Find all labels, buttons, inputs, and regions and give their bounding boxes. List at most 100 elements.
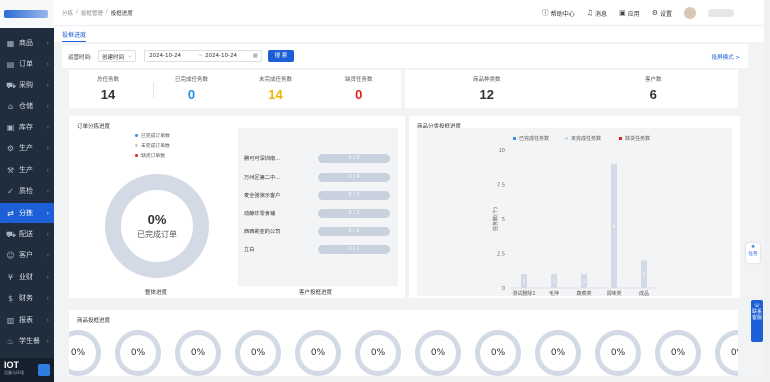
- report-icon: ▥: [6, 315, 15, 325]
- help-center-button[interactable]: ⓘ 帮助中心: [542, 8, 575, 18]
- order-donut: 0% 已完成订单: [105, 174, 209, 278]
- chevron-right-icon: ›: [46, 273, 49, 281]
- projection-mode-link[interactable]: 投屏模式 >: [712, 53, 740, 61]
- sidebar-item-13[interactable]: ▥ 报表 ›: [0, 310, 54, 330]
- sidebar-item-label: 采购: [19, 81, 33, 89]
- horizontal-scrollbar[interactable]: [54, 376, 764, 382]
- sidebar-item-label: 仓储: [19, 102, 33, 110]
- bar-value-label: 2: [643, 272, 646, 278]
- apps-icon: ▣: [619, 9, 626, 17]
- legend-item[interactable]: 已完成订单数: [135, 130, 170, 140]
- breadcrumb-separator: /: [76, 9, 78, 15]
- meal-icon: ♨: [6, 336, 15, 346]
- x-tick-label: 成品: [639, 290, 649, 296]
- sidebar-item-14[interactable]: ♨ 学生餐 ›: [0, 331, 54, 351]
- stat-title: 未完成任务数: [259, 77, 293, 83]
- y-tick-label: 0: [502, 286, 505, 292]
- sidebar-item-2[interactable]: ⛟ 采购 ›: [0, 75, 54, 95]
- delivery-icon: ⛟: [6, 229, 17, 239]
- goods-progress-percent: 0%: [250, 348, 266, 358]
- time-type-select[interactable]: 创建时间 ⌄: [98, 50, 136, 62]
- sidebar-item-0[interactable]: ▦ 商品 ›: [0, 33, 54, 53]
- stock-icon: ▣: [6, 122, 15, 132]
- date-start: 2024-10-24: [149, 53, 181, 59]
- stat-shortage-tasks: 缺货任务数 0: [345, 75, 373, 102]
- stat-goods-types: 商品种类数 12: [473, 75, 501, 102]
- sidebar-item-4[interactable]: ▣ 库存 ›: [0, 117, 54, 137]
- goods-progress-percent: 0%: [310, 348, 326, 358]
- iot-entry[interactable]: IOT 设备与环境: [0, 358, 54, 382]
- sidebar-item-3[interactable]: ⌂ 仓储 ›: [0, 96, 54, 116]
- tab-sorting-progress[interactable]: 投框进度: [62, 30, 87, 42]
- legend-swatch: [619, 137, 622, 140]
- sidebar-item-1[interactable]: ▤ 订单 ›: [0, 54, 54, 74]
- goods-progress-circle: 0%: [595, 330, 641, 376]
- goods-progress-percent: 0%: [730, 348, 738, 358]
- settings-button[interactable]: ⚙ 设置: [652, 9, 672, 18]
- goods-progress-panel: 商品投框进度 0% 0% 0% 0% 0% 0% 0% 0% 0% 0% 0% 0%: [69, 310, 738, 382]
- sidebar-item-11[interactable]: ¥ 业财 ›: [0, 267, 54, 287]
- breadcrumb-item[interactable]: 分拣: [62, 9, 73, 17]
- messages-label: 消息: [595, 10, 608, 18]
- category-progress-panel: 商品分类投框进度 已完成任务数 未完成任务数 缺货任务数 任务数(个) 0 2.5 5 7.5…: [409, 116, 740, 298]
- task-float-button[interactable]: ❖ 任务: [746, 243, 760, 263]
- sidebar-item-6[interactable]: ⚒ 生产 ›: [0, 160, 54, 180]
- settings-label: 设置: [659, 10, 672, 18]
- x-tick-label: 调味类: [606, 290, 621, 296]
- production-icon: ⚒: [6, 165, 15, 175]
- legend-item[interactable]: 缺货订单数: [135, 150, 170, 160]
- chevron-right-icon: ›: [46, 187, 49, 195]
- y-axis-label: 任务数(个): [492, 207, 499, 231]
- stat-value: 14: [100, 87, 116, 102]
- sidebar-item-label: 客户: [19, 251, 33, 259]
- vertical-scrollbar[interactable]: [764, 0, 770, 382]
- customer-progress-list: 腾可可深圳南... 0 / 3 万州区第二中... 0 / 4 麦全驰演示客户 0 / 3…: [238, 128, 398, 286]
- customer-progress-bar: 0 / 4: [318, 173, 390, 182]
- legend-item[interactable]: 未完成订单数: [135, 140, 170, 150]
- date-range-picker[interactable]: 2024-10-24 ~ 2024-10-24 ▦: [144, 50, 262, 62]
- chevron-right-icon: ›: [46, 123, 49, 131]
- sidebar-item-12[interactable]: $ 财务 ›: [0, 288, 54, 308]
- avatar[interactable]: [684, 7, 696, 19]
- sidebar-item-9[interactable]: ⛟ 配送 ›: [0, 224, 54, 244]
- sidebar-item-10[interactable]: ☺ 客户 ›: [0, 245, 54, 265]
- chevron-right-icon: ›: [46, 251, 49, 259]
- y-tick-label: 10: [499, 148, 505, 154]
- stat-title: 总任务数: [97, 77, 120, 83]
- chevron-right-icon: ›: [46, 294, 49, 302]
- customer-name: 动鲸炊零食铺: [244, 211, 276, 217]
- gear-icon: ⚙: [651, 9, 658, 17]
- order-progress-panel: 订单分拣进度 已完成订单数 未完成订单数 缺货订单数 0% 已完成订单 整体进度…: [69, 116, 405, 298]
- sidebar-item-label: 质检: [19, 187, 33, 195]
- help-icon: ⓘ: [541, 9, 549, 17]
- breadcrumb-current: 投框进度: [110, 11, 133, 17]
- stat-title: 已完成任务数: [175, 77, 209, 83]
- calendar-icon: ▦: [252, 53, 258, 59]
- logo: [0, 0, 54, 28]
- bar-value-label: 9: [613, 224, 616, 230]
- goods-progress-percent: 0%: [430, 348, 446, 358]
- sidebar-item-8[interactable]: ⇄ 分拣 ›: [0, 203, 54, 223]
- breadcrumb-item[interactable]: 投框管理: [81, 9, 103, 17]
- goods-progress-circle: 0%: [69, 330, 101, 376]
- panel-title: 商品投框进度: [77, 318, 111, 324]
- search-button[interactable]: 搜 索: [268, 50, 294, 62]
- stat-total-tasks: 总任务数 14: [97, 75, 119, 102]
- sidebar-item-label: 配送: [19, 230, 33, 238]
- customer-row: 立白 0 / 1: [244, 245, 394, 254]
- y-tick-label: 2.5: [497, 252, 505, 258]
- customer-service-button[interactable]: ☏ 联系客服: [751, 300, 763, 342]
- apps-button[interactable]: ▣ 应用: [619, 9, 640, 18]
- goods-progress-circle: 0%: [175, 330, 221, 376]
- task-stats-card: 总任务数 14 已完成任务数 0 未完成任务数 14 缺货任务数 0: [69, 70, 401, 108]
- customer-service-label: 联系客服: [751, 309, 762, 321]
- sidebar-item-label: 报表: [19, 316, 33, 324]
- chevron-right-icon: ›: [46, 39, 49, 47]
- messages-button[interactable]: ♫ 消息: [587, 9, 607, 18]
- customer-row: 万州区第二中... 0 / 4: [244, 173, 394, 182]
- sidebar-item-7[interactable]: ✓ 质检 ›: [0, 181, 54, 201]
- x-tick-label: 蔬菜类: [576, 290, 591, 296]
- sidebar-item-label: 分拣: [19, 209, 33, 217]
- user-name[interactable]: [708, 9, 734, 17]
- sidebar-item-5[interactable]: ⚙ 生产 ›: [0, 138, 54, 158]
